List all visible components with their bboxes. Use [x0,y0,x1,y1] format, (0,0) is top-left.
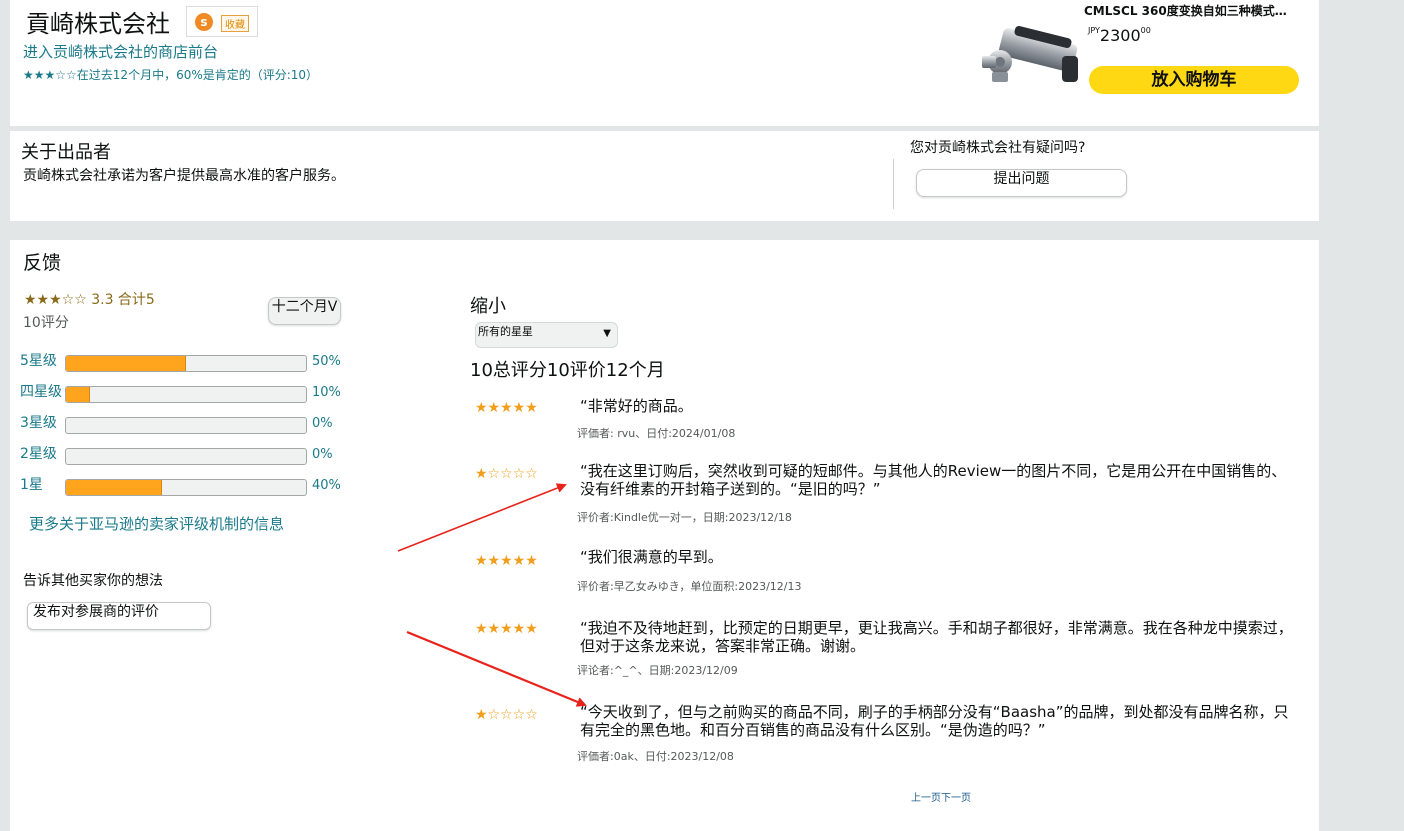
histogram-label[interactable]: 3星级 [20,412,57,432]
price-currency: JPY [1088,26,1100,35]
histogram-percent[interactable]: 0% [312,416,333,431]
histogram-label[interactable]: 5星级 [20,350,57,370]
histogram-bar-fill [66,356,186,371]
about-heading: 关于出品者 [21,142,111,163]
review-meta: 评価者:0ak、日付:2023/12/08 [577,750,734,763]
seller-rating-line: ★★★☆☆在过去12个月中，60%是肯定的（评分:10） [23,66,318,83]
feedback-stars: ★★★☆☆ [24,292,87,308]
histogram-percent[interactable]: 0% [312,447,333,462]
histogram-percent[interactable]: 50% [312,354,341,369]
feedback-heading: 反馈 [23,252,62,274]
feedback-card: 反馈 ★★★☆☆ 3.3 合计5 10评分 十二个月V 5星级 50% 四星级 10%… [10,240,1319,831]
price-fraction: 00 [1140,26,1151,35]
review-text: “我在这里订购后，突然收到可疑的短邮件。与其他人的Review一的图片不同，它是… [580,462,1287,498]
about-seller-card: 关于出品者 贡崎株式会社承诺为客户提供最高水准的客户服务。 您对贡崎株式会社有疑… [10,131,1319,221]
histogram-bar[interactable] [65,417,307,434]
feedback-score-text: 3.3 合计5 [91,292,155,308]
histogram-percent[interactable]: 40% [312,478,341,493]
ask-question-button[interactable]: 提出问题 [916,169,1127,197]
chevron-down-icon: ▼ [603,328,611,339]
histogram-label[interactable]: 2星级 [20,443,57,463]
review-meta: 评价者:早乙女みゆき，单位面积:2023/12/13 [577,580,802,593]
more-info-link[interactable]: 更多关于亚马逊的卖家评级机制的信息 [29,513,284,534]
storefront-link[interactable]: 进入贡崎株式会社的商店前台 [23,41,218,62]
histogram-label[interactable]: 四星级 [20,381,62,401]
product-image[interactable] [970,22,1080,94]
add-to-cart-button[interactable]: 放入购物车 [1089,66,1299,94]
seller-logo-icon: s [195,13,213,31]
tell-others-text: 告诉其他买家你的想法 [23,573,163,589]
review-stars: ★☆☆☆☆ [475,466,538,482]
about-text: 贡崎株式会社承诺为客户提供最高水准的客户服务。 [23,168,345,184]
pagination[interactable]: 上一页下一页 [911,789,971,804]
review-meta: 评论者:^_^、日期:2023/12/09 [577,664,738,677]
filter-heading: 缩小 [470,296,506,317]
seller-rating-stars: ★★★☆☆ [23,68,77,82]
review-stars: ★★★★★ [475,553,538,569]
review-meta: 评価者: rvu、日付:2024/01/08 [577,427,736,440]
review-text: “非常好的商品。 [580,397,693,415]
post-review-button[interactable]: 发布对参展商的评价 [27,602,211,630]
histogram-bar[interactable] [65,448,307,465]
vertical-divider [893,159,894,209]
seller-name: 貢崎株式会社 [26,10,170,38]
period-dropdown-button[interactable]: 十二个月V [268,297,341,325]
price-whole: 2300 [1099,26,1141,45]
histogram-label[interactable]: 1星 [20,474,43,494]
feedback-count: 10评分 [23,315,69,331]
histogram-bar[interactable] [65,386,307,403]
review-text: “我迫不及待地赶到，比预定的日期更早，更让我高兴。手和胡子都很好，非常满意。我在… [580,619,1293,655]
review-stars: ★★★★★ [475,400,538,416]
product-price: JPY230000 [1088,26,1151,45]
histogram-bar-fill [66,387,90,402]
star-filter-value: 所有的星星 [478,325,533,338]
review-stars: ★☆☆☆☆ [475,707,538,723]
favorite-button[interactable]: 收藏 [221,15,249,32]
product-title[interactable]: CMLSCL 360度变换自如三种模式… [1084,2,1287,19]
feedback-score: ★★★☆☆ 3.3 合计5 [24,289,155,309]
question-text: 您对贡崎株式会社有疑问吗? [910,140,1086,156]
star-filter-select[interactable]: 所有的星星 ▼ [475,322,618,348]
histogram-bar[interactable] [65,355,307,372]
histogram-bar[interactable] [65,479,307,496]
histogram-percent[interactable]: 10% [312,385,341,400]
seller-badge-box: s 收藏 [186,6,258,37]
reviews-summary: 10总评分10评价12个月 [470,360,665,381]
review-text: “今天收到了，但与之前购买的商品不同，刷子的手柄部分没有“Baasha”的品牌，… [580,703,1289,739]
review-text: “我们很满意的早到。 [580,548,723,566]
seller-rating-summary: 在过去12个月中，60%是肯定的（评分:10） [76,68,319,82]
review-stars: ★★★★★ [475,621,538,637]
seller-header-card: 貢崎株式会社 s 收藏 进入贡崎株式会社的商店前台 ★★★☆☆在过去12个月中，… [10,0,1319,126]
review-meta: 评价者:Kindle优一对一，日期:2023/12/18 [577,511,792,524]
histogram-bar-fill [66,480,162,495]
